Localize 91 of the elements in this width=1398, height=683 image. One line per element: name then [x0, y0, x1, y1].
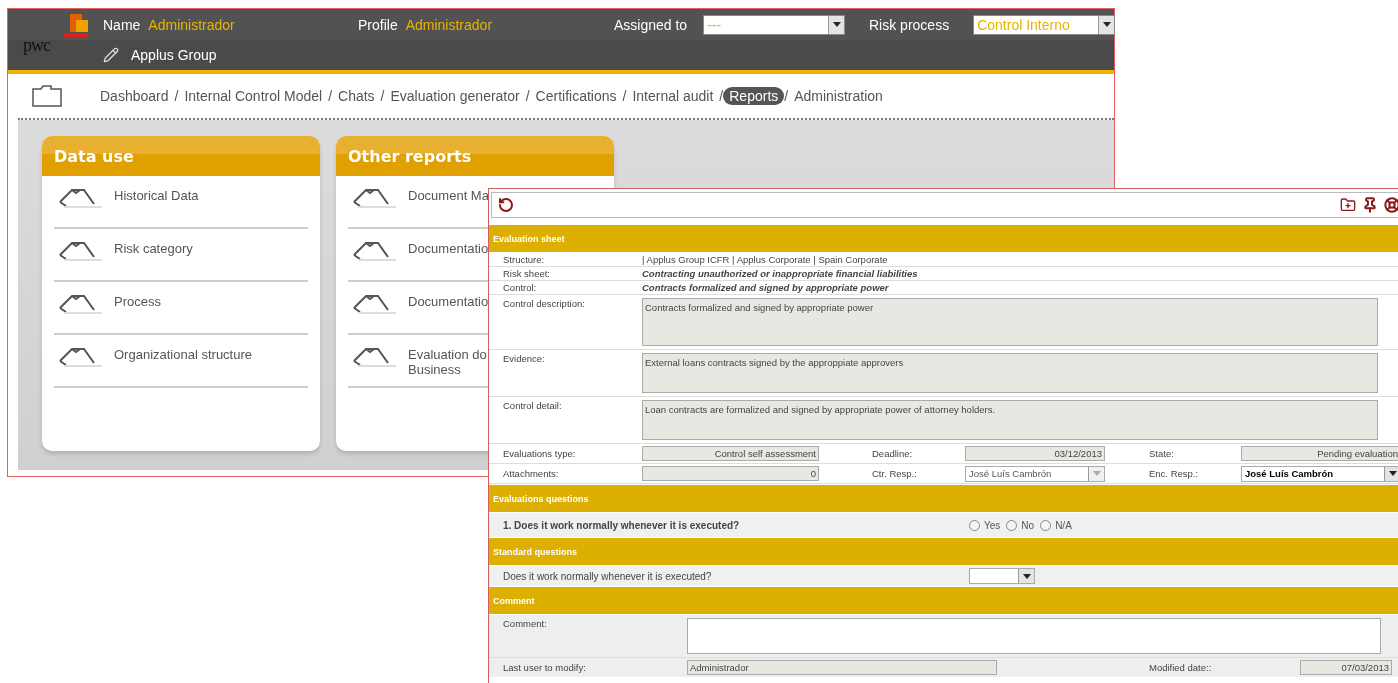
question-text: Does it work normally whenever it is executed? [503, 570, 713, 582]
report-link[interactable]: Documentatio [408, 239, 489, 256]
field-label: Control detail: [503, 400, 563, 411]
breadcrumb-separator: / [525, 88, 530, 104]
select-field[interactable]: José Luís Cambrón [1241, 465, 1398, 482]
field-value: | Applus Group ICFR | Applus Corporate | Spain Corporate [642, 254, 889, 265]
report-link[interactable]: Document Ma [408, 186, 489, 203]
field-label: Comment: [503, 618, 548, 629]
breadcrumb-separator: / [784, 88, 789, 104]
section-header: Standard questions [489, 537, 1398, 566]
breadcrumb-separator: / [719, 88, 724, 104]
logo-icon [61, 11, 90, 38]
report-link[interactable]: Organizational structure [114, 345, 252, 362]
field-label: Evidence: [503, 353, 546, 364]
caret-icon [1102, 22, 1111, 27]
text-area[interactable]: Loan contracts are formalized and signed by appropriate power of attorney holders. [642, 400, 1378, 440]
breadcrumb-link[interactable]: Evaluation generator [384, 87, 526, 105]
roof-icon [58, 292, 104, 314]
text-area[interactable]: External loans contracts signed by the approppiate approvers [642, 353, 1378, 393]
radio-option[interactable]: No [1006, 519, 1035, 531]
section-header: Comment [489, 586, 1398, 615]
name-value: Administrador [148, 16, 235, 33]
field-label: Risk sheet: [503, 268, 551, 279]
readonly-field: 0 [642, 466, 819, 481]
report-link[interactable]: Documentatio [408, 292, 489, 309]
profile-label: Profile [358, 16, 398, 33]
card-title: Other reports [336, 136, 614, 176]
breadcrumb-separator: / [328, 88, 333, 104]
field-label: Attachments: [503, 468, 559, 479]
pencil-icon [103, 47, 119, 63]
roof-icon [352, 345, 398, 367]
caret-icon [1022, 573, 1031, 579]
roof-icon [352, 186, 398, 208]
report-link[interactable]: Process [114, 292, 161, 309]
readonly-field: Pending evaluation [1241, 446, 1398, 461]
roof-icon [58, 345, 104, 367]
breadcrumb-link[interactable]: Administration [788, 87, 889, 105]
readonly-field: 03/12/2013 [965, 446, 1105, 461]
report-link[interactable]: Historical Data [114, 186, 199, 203]
field-label: Last user to modify: [503, 662, 587, 673]
name-label: Name [103, 16, 141, 33]
field-value: Contracting unauthorized or inappropriate financial liabilities [642, 268, 919, 279]
group-name: Applus Group [131, 47, 217, 63]
field-label: Modified date:: [1149, 662, 1212, 673]
caret-icon [832, 22, 841, 27]
breadcrumb-separator: / [622, 88, 627, 104]
field-label: Control description: [503, 298, 586, 309]
field-label: Ctr. Resp.: [872, 468, 917, 479]
roof-icon [352, 239, 398, 261]
lifebuoy-icon[interactable] [1384, 197, 1398, 213]
roof-icon [352, 292, 398, 314]
breadcrumb-link[interactable]: Reports [723, 87, 785, 105]
breadcrumb-link[interactable]: Chats [332, 87, 381, 105]
breadcrumb-separator: / [174, 88, 179, 104]
field-label: Structure: [503, 254, 546, 265]
answer-select[interactable] [969, 568, 1035, 584]
breadcrumb-link[interactable]: Dashboard [94, 87, 175, 105]
section-header: Evaluation sheet [489, 224, 1398, 253]
report-link[interactable]: Evaluation do Business [408, 345, 487, 377]
card-title: Data use [42, 136, 320, 176]
refresh-icon[interactable] [498, 197, 514, 213]
section-header: Evaluations questions [489, 484, 1398, 513]
roof-icon [58, 186, 104, 208]
readonly-field: Administrador [687, 660, 997, 675]
field-value: Contracts formalized and signed by appropriate power [642, 282, 890, 293]
logo-text: pwc [23, 35, 50, 56]
breadcrumb-separator: / [380, 88, 385, 104]
radio-option[interactable]: N/A [1040, 519, 1072, 531]
field-label: Enc. Resp.: [1149, 468, 1199, 479]
readonly-field: 07/03/2013 [1300, 660, 1392, 675]
radio-option[interactable]: Yes [969, 519, 1001, 531]
field-label: Control: [503, 282, 538, 293]
breadcrumb-link[interactable]: Internal audit [626, 87, 720, 105]
profile-value: Administrador [405, 16, 493, 33]
breadcrumb-link[interactable]: Internal Control Model [178, 87, 329, 105]
field-label: Deadline: [872, 448, 913, 459]
field-label: State: [1149, 448, 1174, 459]
breadcrumb-link[interactable]: Certifications [529, 87, 623, 105]
report-link[interactable]: Risk category [114, 239, 193, 256]
risk-process-label: Risk process [869, 16, 950, 33]
text-area[interactable]: Contracts formalized and signed by appropriate power [642, 298, 1378, 346]
question-text: 1. Does it work normally whenever it is executed? [503, 519, 741, 531]
field-label: Evaluations type: [503, 448, 576, 459]
folder-icon [32, 85, 62, 107]
folder-plus-icon[interactable] [1340, 197, 1356, 213]
caret-icon [1388, 471, 1397, 476]
assigned-to-label: Assigned to [614, 16, 688, 33]
roof-icon [58, 239, 104, 261]
readonly-field: Control self assessment [642, 446, 819, 461]
comment-field[interactable] [687, 618, 1381, 654]
pin-icon[interactable] [1362, 197, 1378, 213]
